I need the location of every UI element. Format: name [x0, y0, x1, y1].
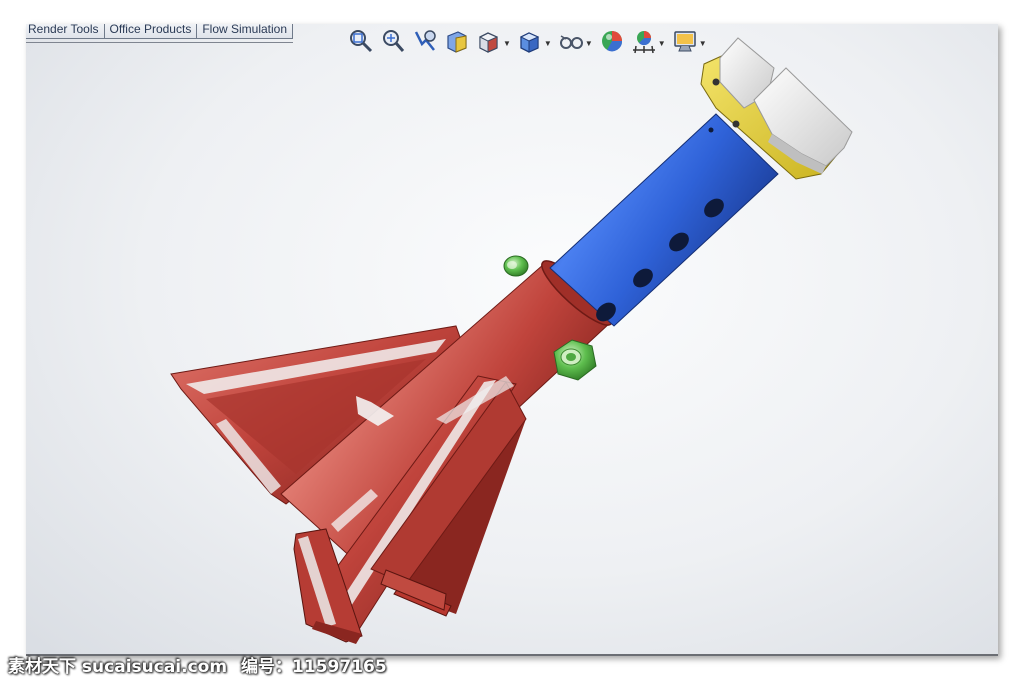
watermark-id: 编号：11597165 [241, 656, 387, 677]
clamp-bolt [732, 120, 740, 128]
post-hole-small [708, 127, 714, 133]
adjustable-post [549, 113, 779, 327]
clamp-bolt [712, 78, 720, 86]
watermark: 素材天下 sucaisucai.com 编号：11597165 [8, 652, 387, 677]
watermark-site: 素材天下 sucaisucai.com [8, 656, 228, 677]
lock-pin-nut-back [503, 255, 529, 277]
graphics-area[interactable]: Render Tools Office Products Flow Simula… [26, 24, 998, 656]
window-frame: Render Tools Office Products Flow Simula… [0, 0, 1024, 687]
jack-stand-model[interactable] [26, 24, 998, 656]
